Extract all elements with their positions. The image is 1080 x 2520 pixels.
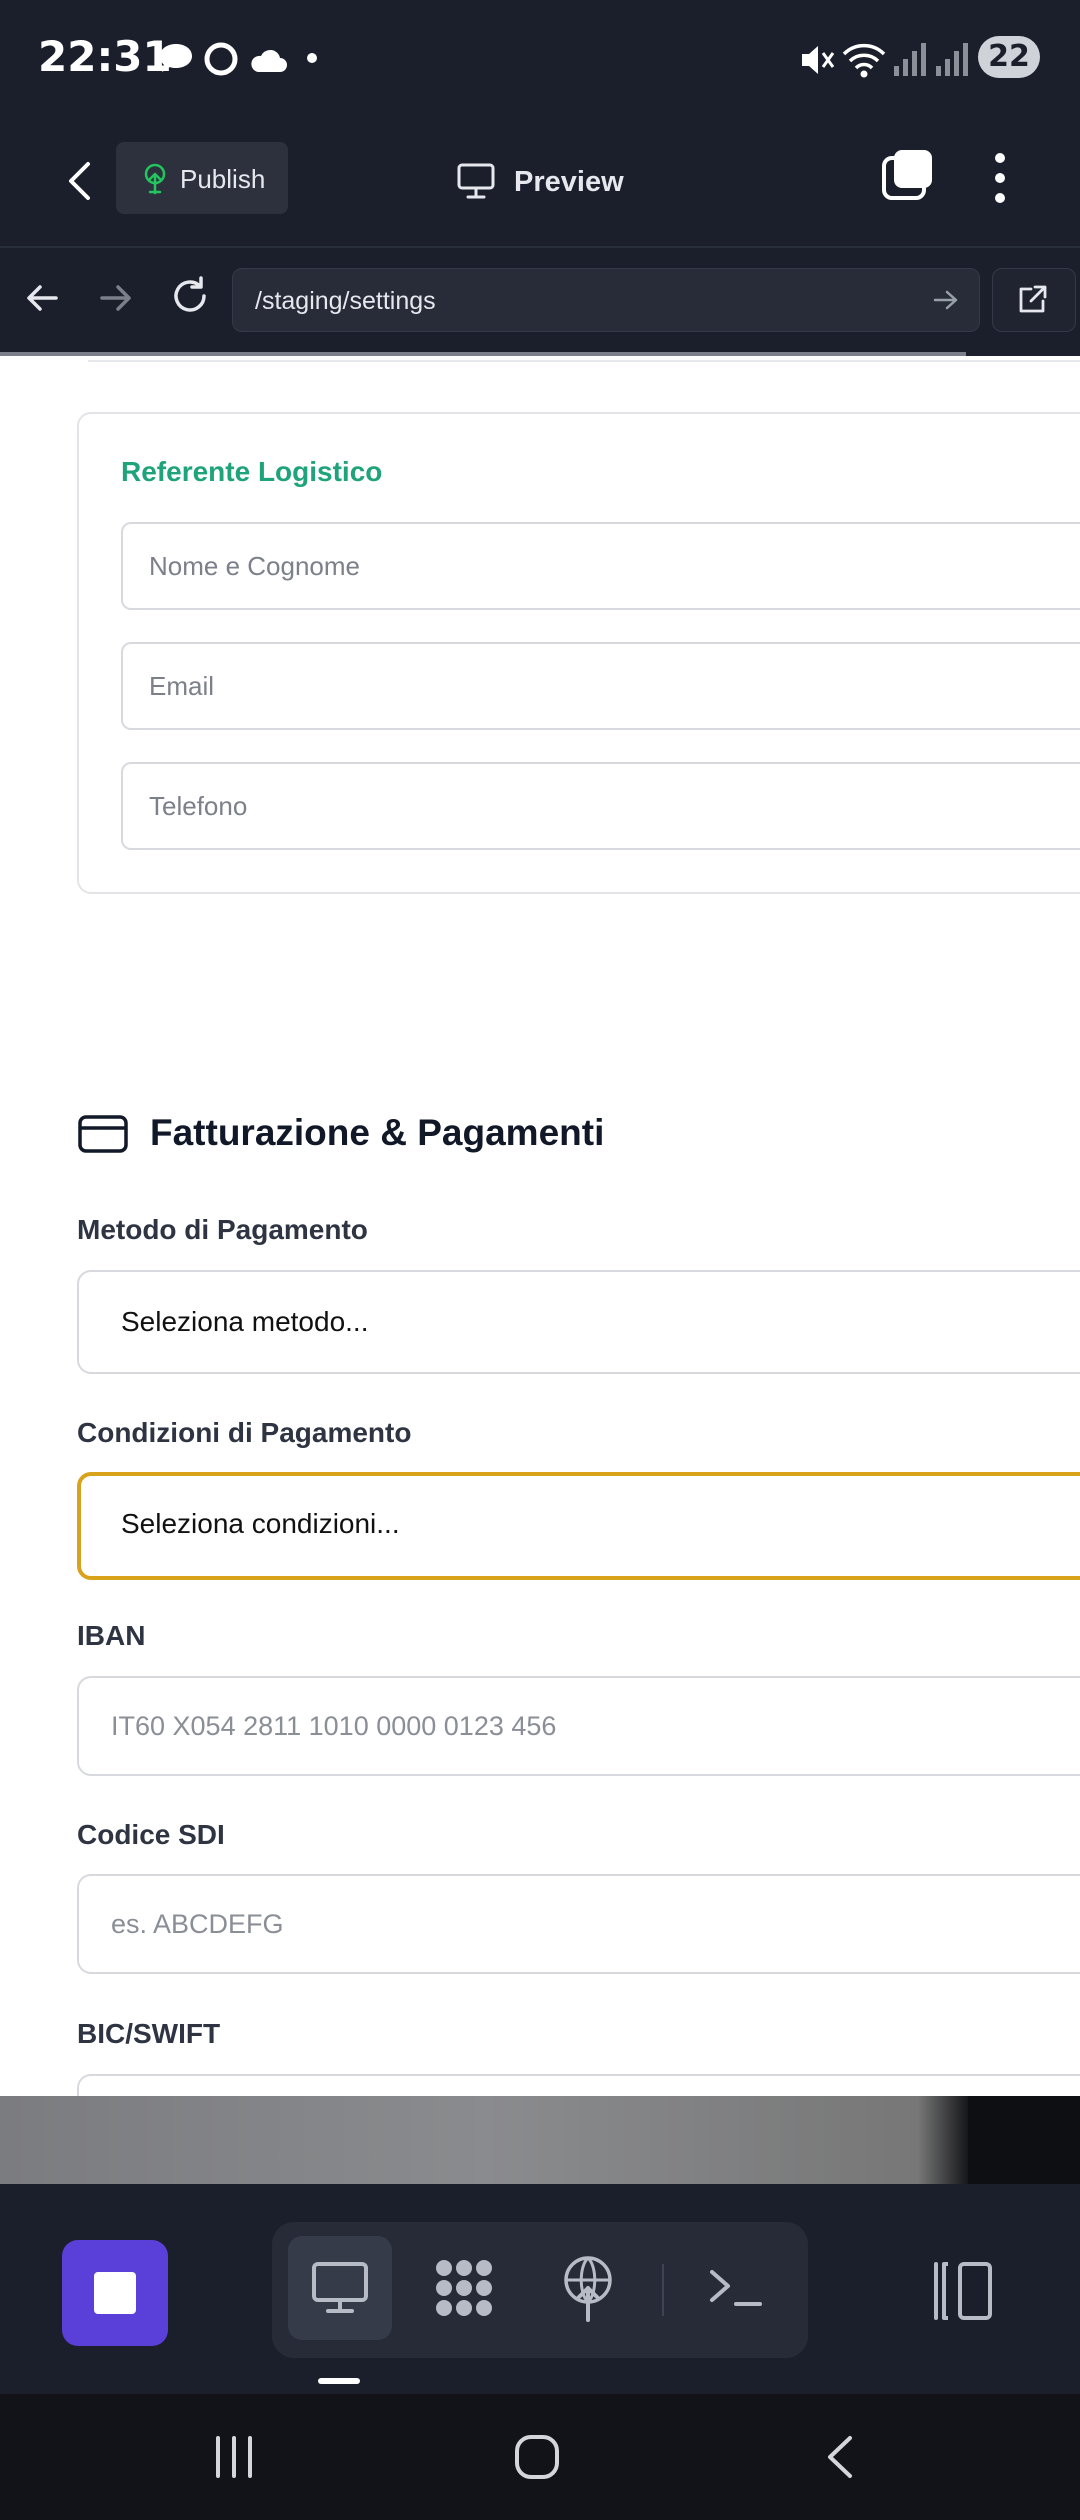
section-title: Fatturazione & Pagamenti [150, 1112, 605, 1153]
payment-terms-value: Seleziona condizioni... [121, 1508, 400, 1539]
payment-method-select[interactable]: Seleziona metodo... [77, 1270, 1080, 1374]
iban-input[interactable]: IT60 X054 2811 1010 0000 0123 456 [77, 1676, 1080, 1776]
publish-button[interactable]: Publish [116, 142, 288, 214]
iban-placeholder: IT60 X054 2811 1010 0000 0123 456 [111, 1711, 557, 1741]
tabs-icon[interactable] [880, 148, 936, 204]
page-content: Referente Logistico Nome e Cognome Email… [0, 356, 1080, 2096]
url-bar[interactable]: /staging/settings [232, 268, 980, 332]
status-time: 22:31 [38, 32, 172, 81]
phone-field[interactable]: Telefono [121, 762, 1080, 850]
url-text: /staging/settings [255, 287, 436, 315]
name-placeholder: Nome e Cognome [149, 551, 360, 581]
nav-back-icon[interactable] [22, 278, 62, 318]
recent-apps-icon[interactable] [212, 2432, 256, 2482]
back-arrow-icon[interactable] [56, 156, 106, 206]
browser-bar: /staging/settings [0, 248, 1080, 352]
email-placeholder: Email [149, 671, 215, 701]
cloud-icon [251, 49, 287, 72]
payment-method-label: Metodo di Pagamento [77, 1214, 368, 1245]
publish-icon [144, 163, 166, 195]
name-field[interactable]: Nome e Cognome [121, 522, 1080, 610]
publish-label: Publish [180, 164, 266, 194]
open-external-button[interactable] [992, 268, 1076, 332]
payment-terms-select[interactable]: Seleziona condizioni... [77, 1472, 1080, 1580]
signal-icon [936, 43, 968, 76]
home-icon[interactable] [512, 2432, 562, 2482]
iban-label: IBAN [77, 1620, 146, 1651]
credit-card-icon [78, 1115, 128, 1153]
dot-icon [307, 53, 317, 63]
more-options-icon[interactable] [980, 148, 1020, 208]
app-bar: Publish Preview [0, 118, 1080, 248]
stop-icon [94, 2272, 136, 2314]
divider [662, 2264, 664, 2316]
card-title: Referente Logistico [121, 456, 383, 487]
phone-placeholder: Telefono [149, 791, 248, 821]
monitor-icon [457, 163, 495, 199]
terminal-button[interactable] [684, 2236, 788, 2340]
email-field[interactable]: Email [121, 642, 1080, 730]
terminal-icon [710, 2270, 762, 2306]
bic-input[interactable] [77, 2074, 1080, 2096]
nav-forward-icon[interactable] [96, 278, 136, 318]
bic-label: BIC/SWIFT [77, 2018, 221, 2049]
payment-method-value: Seleziona metodo... [121, 1306, 369, 1337]
system-navigation-bar [0, 2394, 1080, 2520]
mute-icon [802, 46, 835, 74]
monitor-icon [312, 2262, 368, 2313]
divider [88, 360, 1080, 362]
logistics-contact-card: Referente Logistico Nome e Cognome Email… [77, 412, 1080, 894]
stop-button[interactable] [62, 2240, 168, 2346]
preview-label: Preview [514, 166, 624, 198]
system-back-icon[interactable] [820, 2432, 860, 2482]
sheet-handle[interactable] [318, 2378, 360, 2384]
desktop-view-button[interactable] [288, 2236, 392, 2340]
panel-layout-icon[interactable] [926, 2258, 996, 2324]
sdi-label: Codice SDI [77, 1819, 225, 1850]
reload-icon[interactable] [168, 274, 212, 318]
globe-upload-icon [564, 2256, 612, 2322]
sdi-input[interactable]: es. ABCDEFG [77, 1874, 1080, 1974]
sdi-placeholder: es. ABCDEFG [111, 1909, 284, 1939]
circle-icon [204, 42, 238, 76]
payment-terms-label: Condizioni di Pagamento [77, 1417, 412, 1448]
signal-icon [894, 43, 926, 76]
status-bar: 22:31 22 [0, 0, 1080, 118]
go-arrow-icon[interactable] [931, 285, 961, 315]
bottom-toolbar [0, 2184, 1080, 2394]
battery-indicator: 22 [978, 36, 1040, 78]
tool-group [272, 2222, 808, 2358]
deploy-button[interactable] [536, 2236, 640, 2340]
blurred-overlay [0, 2096, 1080, 2184]
wifi-icon [842, 43, 886, 78]
chat-bubble-icon [160, 44, 192, 72]
external-link-icon [1019, 285, 1047, 313]
components-button[interactable] [412, 2236, 516, 2340]
grid-dots-icon [436, 2260, 492, 2316]
